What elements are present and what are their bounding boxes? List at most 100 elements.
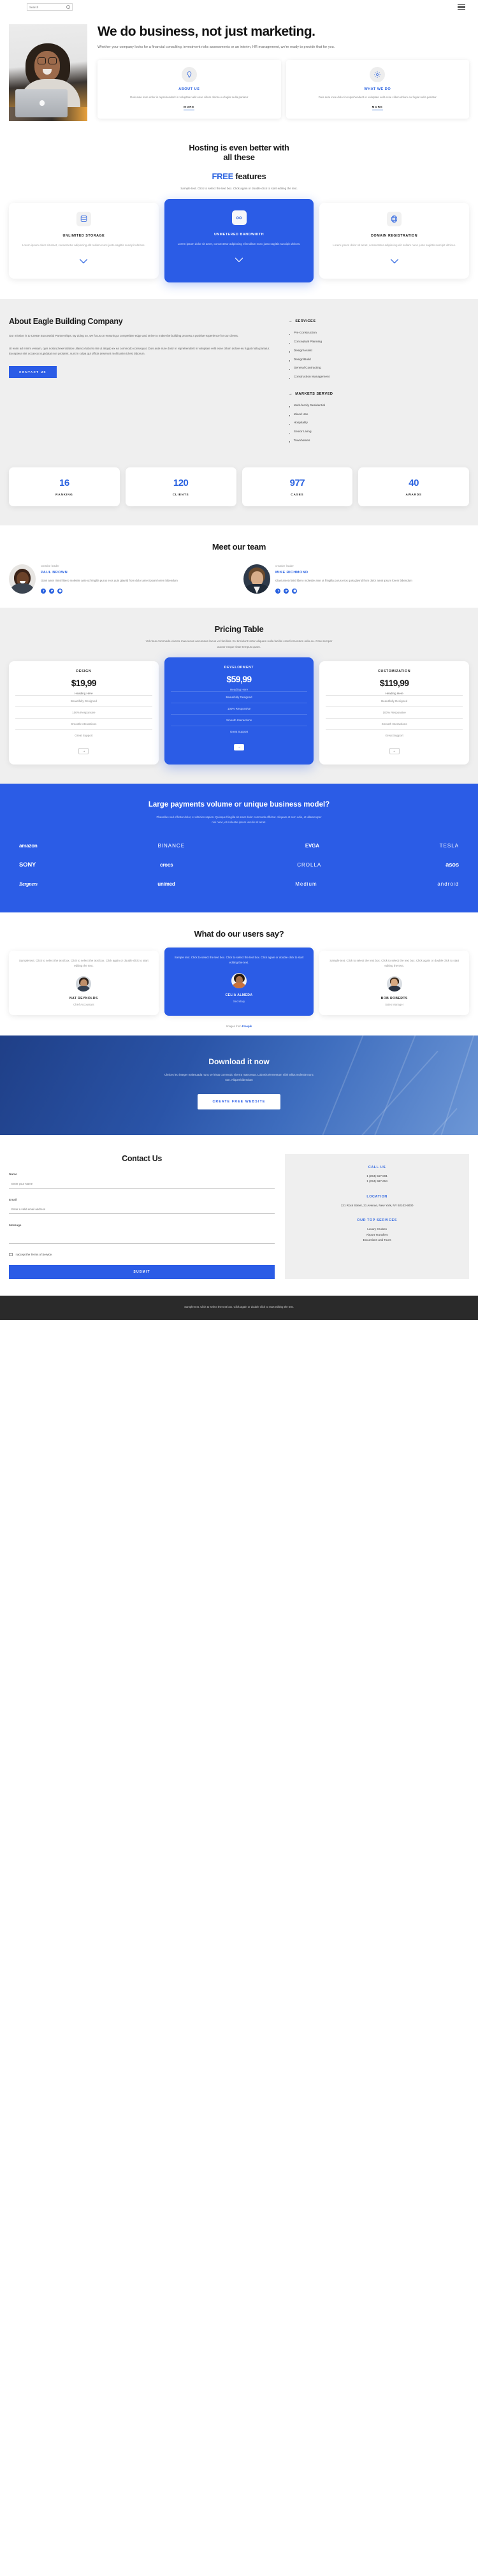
image-credit-link[interactable]: Freepik: [242, 1025, 252, 1028]
plan-feature: 100% Responsive: [170, 702, 308, 714]
arrow-right-icon[interactable]: →: [234, 743, 244, 750]
list-item[interactable]: Conceptual Planning: [289, 338, 469, 347]
list-item[interactable]: Hospitality: [289, 419, 469, 428]
team-member-paul-brown: creative leader PAUL BROWN Glavi amet ri…: [9, 564, 235, 594]
plan-feature: Smooth Interactions: [170, 714, 308, 726]
instagram-icon[interactable]: [292, 588, 297, 594]
testimonial-card-nat-reynolds[interactable]: Sample text. Click to select the text bo…: [9, 950, 159, 1015]
stat-label: RANKING: [55, 492, 73, 496]
create-free-website-button[interactable]: CREATE FREE WEBSITE: [197, 1094, 281, 1109]
chevron-down-icon[interactable]: [15, 256, 152, 267]
database-icon: [76, 212, 91, 227]
terms-label[interactable]: I accept the Terms of Service.: [16, 1253, 53, 1256]
plan-feature: Great Support: [326, 729, 463, 741]
arrow-right-icon[interactable]: →: [78, 747, 89, 754]
footer-text: Sample text. Click to select the text bo…: [184, 1305, 294, 1309]
testimonial-card-bob-roberts[interactable]: Sample text. Click to select the text bo…: [319, 950, 470, 1015]
contact-us-button[interactable]: CONTACT US: [9, 365, 57, 378]
service-item[interactable]: Airport Transfers: [293, 1233, 461, 1238]
list-item[interactable]: Mixed Use: [289, 411, 469, 420]
pricing-card-design[interactable]: DESIGN $19,99 Heading Here Beautifully D…: [9, 661, 159, 765]
testimonial-cards: Sample text. Click to select the text bo…: [9, 947, 470, 1016]
list-item[interactable]: Senior Living: [289, 428, 469, 437]
top-bar: [0, 0, 478, 14]
stat-label: CASES: [291, 492, 304, 496]
plan-feature: Great Support: [170, 725, 308, 737]
pricing-card-customization[interactable]: CUSTOMIZATION $119,99 Heading Here Beaut…: [319, 661, 470, 765]
search-input[interactable]: [29, 5, 64, 9]
list-item[interactable]: Design/Assist: [289, 347, 469, 356]
terms-checkbox[interactable]: [9, 1252, 13, 1257]
pricing-card-development[interactable]: DEVELOPMENT $59,99 Heading Here Beautifu…: [164, 657, 314, 765]
twitter-icon[interactable]: [49, 588, 54, 594]
list-item[interactable]: Construction Management: [289, 373, 469, 382]
brands-subtext: Phasellus sed efficitur dolor, et ultric…: [156, 816, 322, 824]
chevron-down-icon[interactable]: [171, 254, 308, 266]
avatar: [9, 564, 36, 594]
cta-heading: Download it now: [208, 1057, 270, 1066]
plan-price: $19,99: [71, 677, 97, 688]
field-message: Message: [9, 1224, 275, 1244]
hero-card-title: ABOUT US: [178, 87, 200, 91]
feature-title: UNMETERED BANDWIDTH: [214, 233, 264, 237]
plan-tier: DESIGN: [76, 669, 92, 673]
team-member-mike-richmond: creative leader MIKE RICHMOND Glavi amet…: [243, 564, 469, 594]
list-item[interactable]: Townhomes: [289, 437, 469, 446]
submit-button[interactable]: SUBMIT: [9, 1265, 275, 1280]
search-box[interactable]: [27, 3, 73, 11]
email-input[interactable]: [9, 1204, 275, 1214]
testimonial-card-celia-almeda[interactable]: Sample text. Click to select the text bo…: [164, 947, 314, 1016]
name-input[interactable]: [9, 1178, 275, 1189]
feature-cards: UNLIMITED STORAGE Lorem ipsum dolor sit …: [9, 199, 470, 283]
chevron-down-icon[interactable]: [326, 256, 463, 267]
hero-cards: ABOUT US Duis aute irure dolor in repreh…: [98, 59, 469, 119]
instagram-icon[interactable]: [57, 588, 62, 594]
hero-card-about-us[interactable]: ABOUT US Duis aute irure dolor in repreh…: [98, 59, 281, 119]
feature-title: UNLIMITED STORAGE: [62, 234, 105, 238]
pricing-heading: Pricing Table: [214, 624, 264, 634]
feature-card-bandwidth[interactable]: UNMETERED BANDWIDTH Lorem ipsum dolor si…: [164, 199, 314, 283]
hero-card-more-link[interactable]: MORE: [372, 105, 383, 110]
email-label: Email: [9, 1198, 17, 1202]
plan-tier: DEVELOPMENT: [224, 665, 254, 670]
about-paragraph-2: Ut enim ad minim veniam, quis nostrud ex…: [9, 346, 270, 356]
avatar: [243, 564, 270, 594]
message-textarea[interactable]: [9, 1227, 275, 1244]
member-role: creative leader: [41, 564, 59, 567]
list-item[interactable]: Design/Build: [289, 356, 469, 365]
twitter-icon[interactable]: [284, 588, 289, 594]
arrow-right-icon[interactable]: →: [389, 747, 400, 754]
facebook-icon[interactable]: [275, 588, 280, 594]
service-item[interactable]: Luxury Cruises: [293, 1227, 461, 1232]
contact-heading: Contact Us: [122, 1153, 163, 1163]
image-credit: Images from Freepik: [9, 1025, 469, 1028]
feature-card-domain[interactable]: DOMAIN REGISTRATION Lorem ipsum dolor si…: [319, 203, 470, 279]
brand-logo-evga: EVGA: [305, 843, 319, 849]
facebook-icon[interactable]: [41, 588, 46, 594]
member-bio: Glavi amet ritnisl libero molestie ante …: [275, 578, 412, 582]
pricing-section: Pricing Table Vel risus commodo viverra …: [0, 607, 478, 784]
hamburger-menu-icon[interactable]: [458, 4, 465, 10]
list-item[interactable]: Pre-Construction: [289, 329, 469, 338]
brands-heading: Large payments volume or unique business…: [148, 800, 330, 809]
phone-number-1[interactable]: 1 (234) 567-891: [293, 1174, 461, 1179]
testimonial-name: BOB ROBERTS: [380, 996, 408, 1000]
hero-card-what-we-do[interactable]: WHAT WE DO Duis aute irure dolor in repr…: [286, 59, 469, 119]
list-item[interactable]: Multi-family Residential: [289, 402, 469, 411]
plan-feature: 100% Responsive: [15, 706, 152, 718]
gear-icon: [370, 66, 386, 82]
feature-text: Lorem ipsum dolor sit amet, consectetur …: [333, 244, 456, 247]
brand-logo-bergners: Bergners: [19, 881, 38, 888]
member-socials: [275, 588, 412, 594]
service-item[interactable]: Excursions and Tours: [293, 1238, 461, 1243]
stat-number: 977: [289, 477, 305, 488]
phone-number-2[interactable]: 1 (234) 987-654: [293, 1179, 461, 1184]
plan-feature: Beautifully Designed: [15, 694, 152, 706]
search-icon[interactable]: [66, 5, 70, 9]
hero-section: We do business, not just marketing. Whet…: [0, 14, 478, 121]
list-item[interactable]: General Contracting: [289, 364, 469, 373]
hero-card-more-link[interactable]: MORE: [184, 105, 195, 110]
feature-card-storage[interactable]: UNLIMITED STORAGE Lorem ipsum dolor sit …: [9, 203, 159, 279]
testimonial-text: Sample text. Click to select the text bo…: [18, 958, 148, 967]
pricing-cards: DESIGN $19,99 Heading Here Beautifully D…: [9, 657, 470, 765]
